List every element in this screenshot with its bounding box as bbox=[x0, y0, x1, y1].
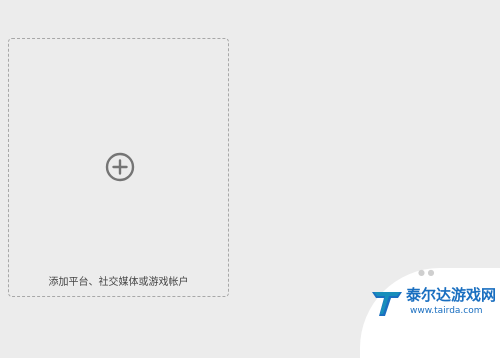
watermark-title: 泰尔达游戏网 bbox=[406, 286, 497, 304]
add-account-card[interactable]: 添加平台、社交媒体或游戏帐户 bbox=[8, 38, 229, 297]
watermark-background bbox=[360, 268, 500, 358]
tairda-logo-icon bbox=[372, 292, 402, 316]
add-account-label: 添加平台、社交媒体或游戏帐户 bbox=[48, 277, 189, 288]
watermark-url: www.tairda.com bbox=[410, 306, 483, 316]
watermark-dots: ● ● bbox=[418, 268, 435, 277]
site-watermark: ● ● 泰尔达游戏网 www.tairda.com bbox=[360, 268, 500, 358]
plus-circle-icon[interactable] bbox=[105, 152, 135, 182]
